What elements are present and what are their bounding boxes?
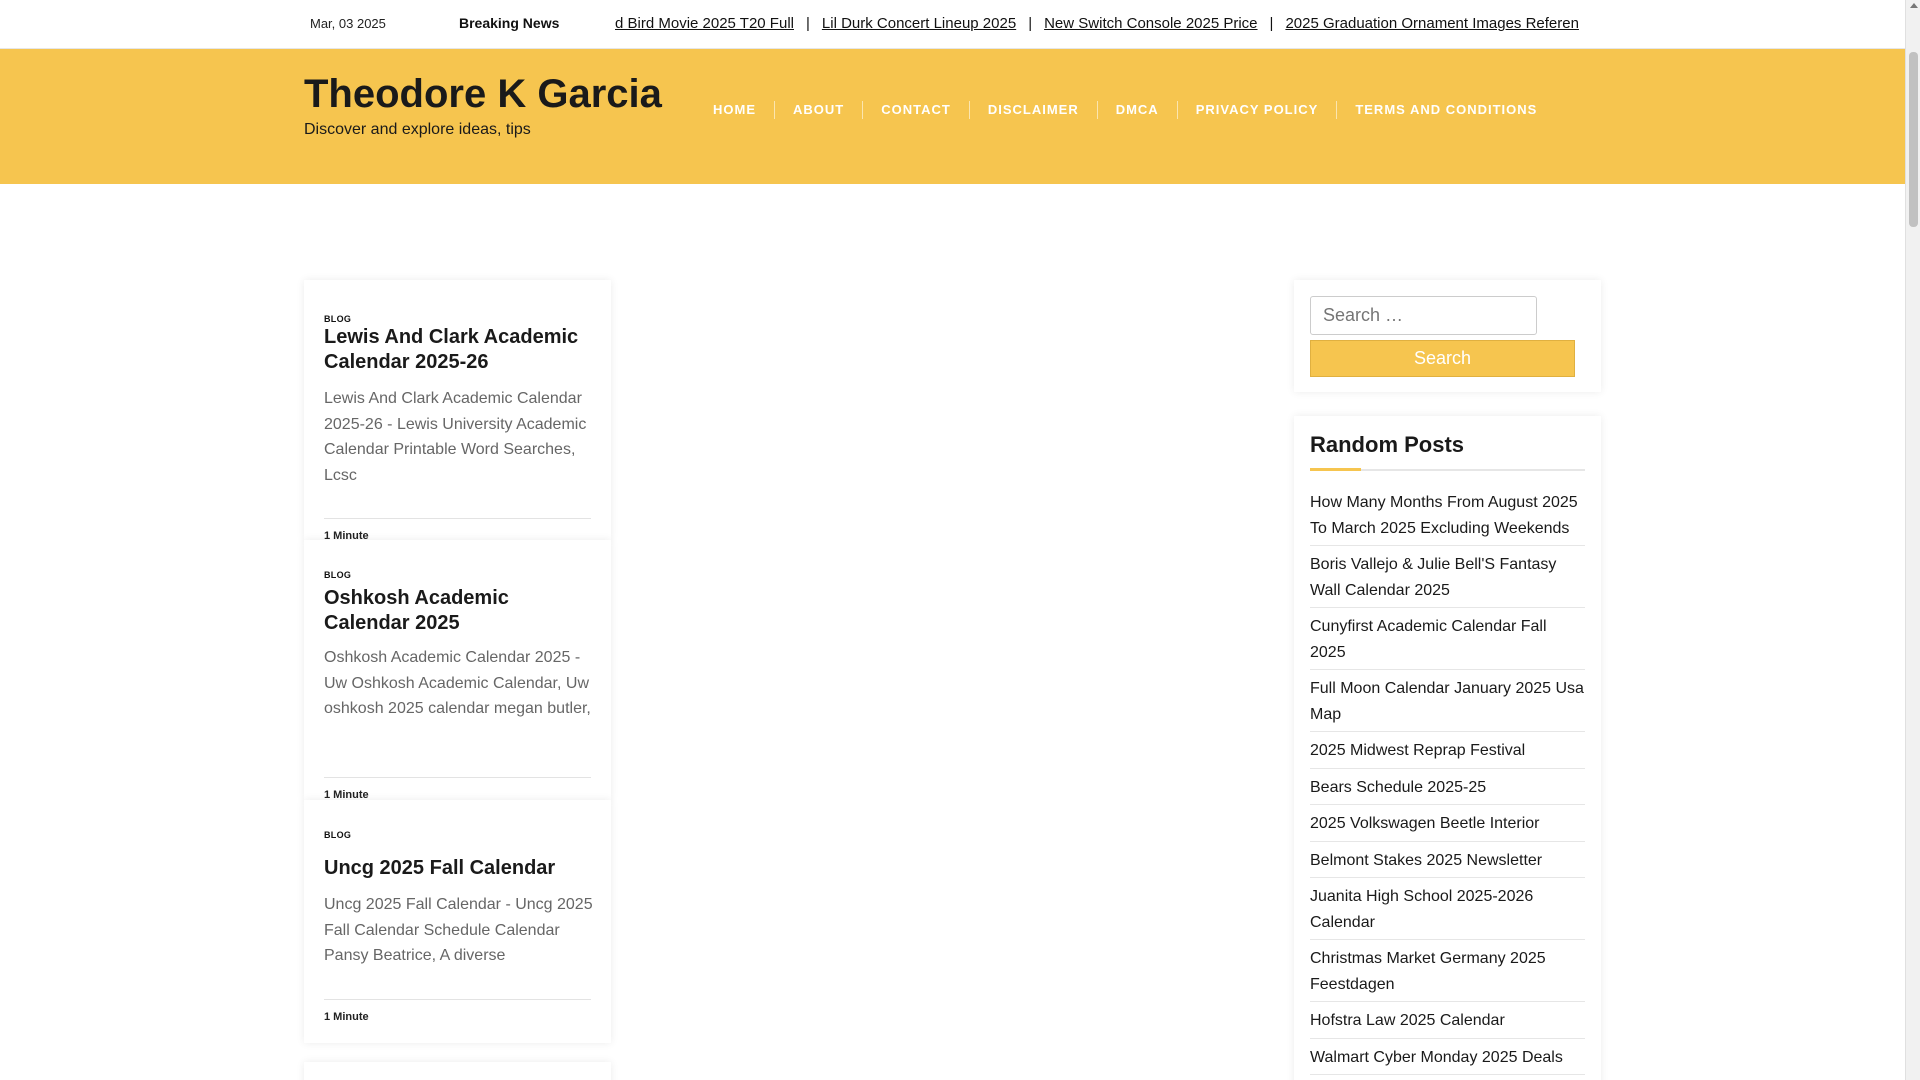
post-title[interactable]: Lewis And Clark Academic Calendar 2025-2… <box>324 325 594 375</box>
site-title[interactable]: Theodore K Garcia <box>304 72 662 117</box>
current-date: Mar, 03 2025 <box>310 16 386 31</box>
site-header: Theodore K Garcia Discover and explore i… <box>0 49 1905 184</box>
random-post-link[interactable]: Bears Schedule 2025-25 <box>1310 774 1585 805</box>
post-card: BLOG Uncg 2025 Fall Calendar Uncg 2025 F… <box>304 800 611 1043</box>
random-posts-widget: Random Posts How Many Months From August… <box>1294 416 1601 1080</box>
post-divider <box>324 777 591 778</box>
nav-dmca[interactable]: DMCA <box>1096 101 1177 119</box>
post-category[interactable]: BLOG <box>324 570 351 580</box>
scroll-up-arrow-icon[interactable] <box>1910 3 1918 8</box>
post-title[interactable]: Uncg 2025 Fall Calendar <box>324 856 594 881</box>
breaking-news-ticker: d Bird Movie 2025 T20 Full | Lil Durk Conc… <box>615 0 1630 49</box>
post-category[interactable]: BLOG <box>324 314 351 324</box>
post-divider <box>324 518 591 519</box>
random-post-link[interactable]: Boris Vallejo & Julie Bell'S Fantasy Wal… <box>1310 551 1585 608</box>
post-read-time: 1 Minute <box>324 1011 369 1023</box>
random-post-link[interactable]: Cunyfirst Academic Calendar Fall 2025 <box>1310 613 1585 670</box>
ticker-link[interactable]: d Bird Movie 2025 T20 Full <box>615 15 794 32</box>
random-post-link[interactable]: 2025 Midwest Reprap Festival <box>1310 737 1585 769</box>
ticker-link[interactable]: New Switch Console 2025 Price <box>1044 15 1257 32</box>
top-bar: Mar, 03 2025 Breaking News d Bird Movie … <box>0 0 1905 49</box>
nav-disclaimer[interactable]: DISCLAIMER <box>968 101 1097 119</box>
random-posts-title: Random Posts <box>1310 432 1465 457</box>
post-excerpt: Lewis And Clark Academic Calendar 2025-2… <box>324 390 587 484</box>
scrollbar-thumb[interactable] <box>1909 52 1918 227</box>
random-post-link[interactable]: 2025 Volkswagen Beetle Interior <box>1310 810 1585 842</box>
nav-privacy-policy[interactable]: PRIVACY POLICY <box>1176 101 1337 119</box>
post-category[interactable]: BLOG <box>324 830 351 840</box>
post-card <box>304 1062 611 1080</box>
random-post-link[interactable]: How Many Months From August 2025 To Marc… <box>1310 489 1585 546</box>
site-tagline: Discover and explore ideas, tips <box>304 121 531 138</box>
search-button[interactable]: Search <box>1310 340 1575 377</box>
random-post-link[interactable]: Belmont Stakes 2025 Newsletter <box>1310 847 1585 878</box>
nav-contact[interactable]: CONTACT <box>862 101 969 119</box>
random-post-link[interactable]: Hofstra Law 2025 Calendar <box>1310 1007 1585 1039</box>
post-title[interactable]: Oshkosh Academic Calendar 2025 <box>324 586 594 636</box>
ticker-link[interactable]: 2025 Graduation Ornament Images Referen <box>1285 15 1579 32</box>
widget-title-underline <box>1310 468 1585 471</box>
random-post-link[interactable]: Juanita High School 2025-2026 Calendar <box>1310 883 1585 940</box>
post-card: BLOG Oshkosh Academic Calendar 2025 Oshk… <box>304 540 611 801</box>
random-post-link[interactable]: Christmas Market Germany 2025 Feestdagen <box>1310 945 1585 1002</box>
post-excerpt: Uncg 2025 Fall Calendar - Uncg 2025 Fall… <box>324 896 593 964</box>
main-navigation: HOME ABOUT CONTACT DISCLAIMER DMCA PRIVA… <box>695 101 1555 119</box>
ticker-separator: | <box>1028 15 1033 32</box>
ticker-separator: | <box>1269 15 1274 32</box>
post-excerpt: Oshkosh Academic Calendar 2025 - Uw Oshk… <box>324 649 591 717</box>
post-divider <box>324 999 591 1000</box>
ticker-link[interactable]: Lil Durk Concert Lineup 2025 <box>822 15 1016 32</box>
random-posts-list: How Many Months From August 2025 To Marc… <box>1310 489 1585 1080</box>
ticker-separator: | <box>805 15 810 32</box>
nav-home[interactable]: HOME <box>695 101 774 119</box>
random-post-link[interactable]: Full Moon Calendar January 2025 Usa Map <box>1310 675 1585 732</box>
post-card: BLOG Lewis And Clark Academic Calendar 2… <box>304 280 611 542</box>
page-scrollbar[interactable] <box>1905 0 1920 1080</box>
widget-title-accent <box>1310 468 1361 471</box>
random-post-link[interactable]: Walmart Cyber Monday 2025 Deals <box>1310 1044 1585 1075</box>
search-widget: Search <box>1294 280 1601 392</box>
nav-about[interactable]: ABOUT <box>774 101 862 119</box>
search-input[interactable] <box>1310 296 1537 335</box>
breaking-news-label: Breaking News <box>459 15 560 31</box>
nav-terms-and-conditions[interactable]: TERMS AND CONDITIONS <box>1336 101 1555 119</box>
